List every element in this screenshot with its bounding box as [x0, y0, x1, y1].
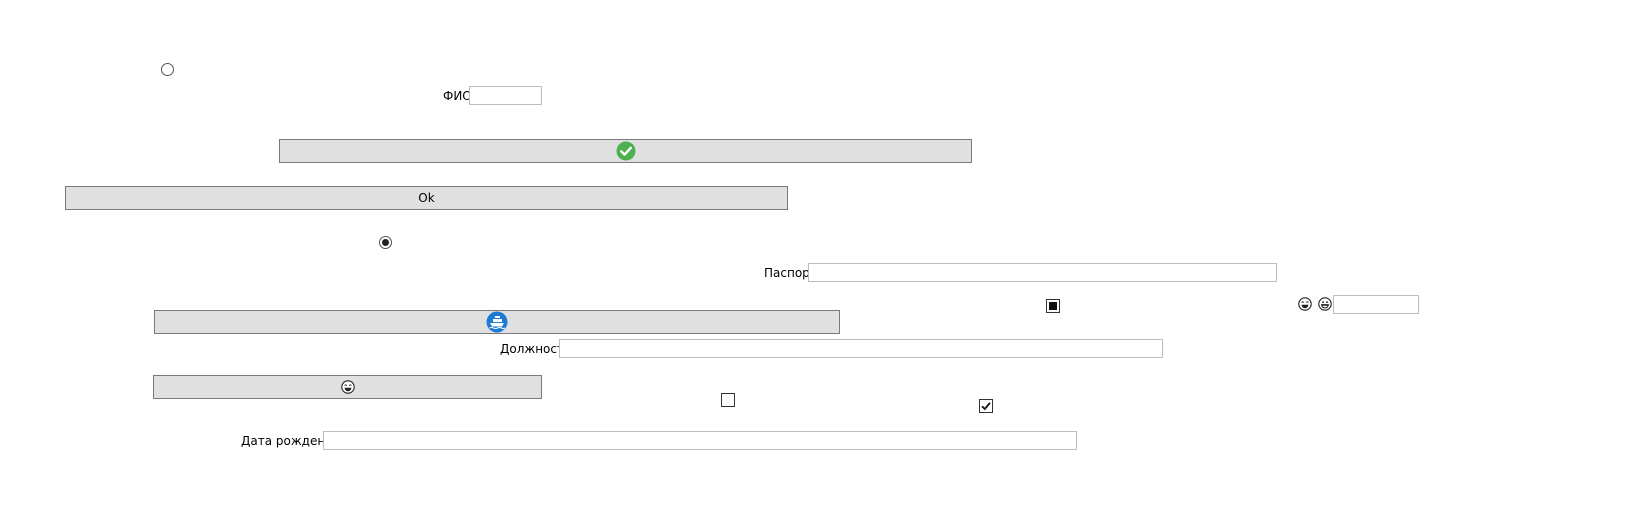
ship-button[interactable]: [154, 310, 840, 334]
laughing-face-icon: [340, 380, 355, 394]
checkbox-unchecked[interactable]: [721, 393, 735, 407]
ok-button-label: Ok: [418, 191, 435, 205]
green-check-icon: [616, 141, 635, 161]
accept-button[interactable]: [279, 139, 972, 163]
position-input[interactable]: [559, 339, 1163, 358]
emoji-button[interactable]: [153, 375, 542, 399]
fio-label: ФИО: [443, 89, 472, 103]
checkbox-indeterminate[interactable]: [1046, 299, 1060, 313]
radio-option-selected[interactable]: [379, 236, 392, 249]
fio-input[interactable]: [469, 86, 542, 105]
laughing-face-icon: [1298, 297, 1312, 311]
grinning-face-icon: [1318, 297, 1332, 311]
ok-button[interactable]: Ok: [65, 186, 788, 210]
passport-input[interactable]: [808, 263, 1277, 282]
radio-option-top[interactable]: [161, 63, 174, 76]
extra-input[interactable]: [1333, 295, 1419, 314]
birthdate-input[interactable]: [323, 431, 1077, 450]
ship-icon: [486, 311, 508, 333]
checkbox-checked[interactable]: [979, 399, 993, 413]
checkmark-icon: [981, 402, 991, 411]
